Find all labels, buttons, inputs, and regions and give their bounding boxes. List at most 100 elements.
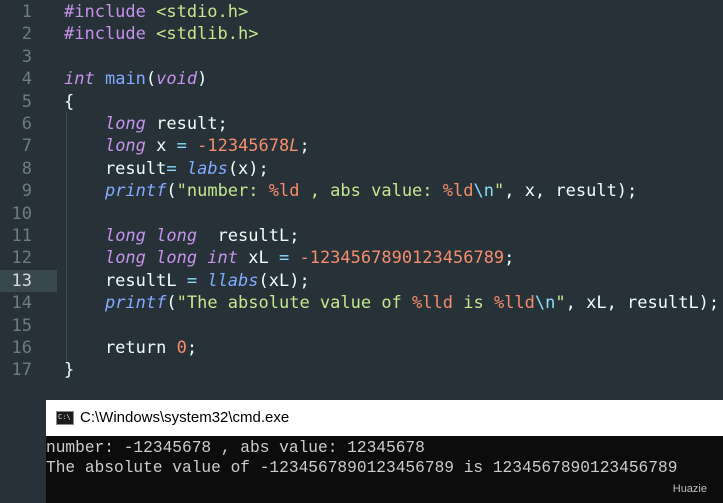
code-text: long long int xL = -1234567890123456789; bbox=[64, 247, 514, 269]
line-number: 17 bbox=[11, 360, 32, 381]
code-line[interactable]: 16 return 0; bbox=[0, 337, 723, 359]
line-number: 16 bbox=[11, 338, 32, 358]
code-line[interactable]: 10 bbox=[0, 203, 723, 225]
code-token: main bbox=[104, 69, 146, 90]
code-token: ( bbox=[145, 69, 157, 90]
code-text: return 0; bbox=[64, 337, 197, 359]
code-token: L bbox=[289, 136, 300, 157]
code-line[interactable]: 17} bbox=[0, 359, 723, 381]
code-line[interactable]: 12 long long int xL = -12345678901234567… bbox=[0, 247, 723, 269]
code-line[interactable]: 6 long result; bbox=[0, 113, 723, 135]
code-token: x bbox=[145, 136, 177, 157]
code-line[interactable]: 7 long x = -12345678L; bbox=[0, 135, 723, 157]
code-token: labs bbox=[186, 158, 228, 179]
console-output-line: number: -12345678 , abs value: 12345678 bbox=[46, 439, 425, 457]
line-number: 5 bbox=[21, 91, 32, 112]
code-token: result bbox=[64, 158, 167, 179]
code-token: 0 bbox=[176, 338, 187, 358]
console-output-line: The absolute value of -12345678901234567… bbox=[46, 459, 678, 477]
line-number: 8 bbox=[21, 158, 32, 179]
code-token: printf bbox=[104, 293, 167, 314]
code-token: resultL bbox=[64, 270, 187, 291]
line-number: 15 bbox=[11, 315, 32, 336]
code-token: \n bbox=[534, 293, 556, 314]
code-text: { bbox=[64, 91, 74, 113]
code-text: printf("number: %ld , abs value: %ld\n",… bbox=[64, 180, 637, 202]
code-token: llabs bbox=[207, 270, 259, 291]
code-token: #include bbox=[64, 24, 157, 45]
console-output: number: -12345678 , abs value: 12345678 … bbox=[46, 438, 723, 478]
code-line[interactable]: 3 bbox=[0, 46, 723, 68]
line-number: 1 bbox=[21, 2, 32, 22]
code-token: %lld bbox=[493, 293, 535, 314]
code-token: long bbox=[104, 114, 146, 134]
code-token: = bbox=[278, 248, 290, 269]
code-line[interactable]: 14 printf("The absolute value of %lld is… bbox=[0, 292, 723, 314]
line-number: 11 bbox=[11, 226, 32, 246]
code-token: -1234567890123456789 bbox=[299, 248, 505, 269]
code-token: ( bbox=[166, 181, 177, 202]
code-token: , x, result); bbox=[504, 181, 638, 202]
code-token: long long int bbox=[104, 248, 239, 269]
code-token: long long bbox=[104, 226, 198, 246]
code-line[interactable]: 1 #include <stdio.h> bbox=[0, 1, 723, 23]
line-number: 14 bbox=[11, 293, 32, 314]
code-line[interactable]: 13 resultL = llabs(xL); bbox=[0, 269, 723, 292]
code-line[interactable]: 5{ bbox=[0, 91, 723, 113]
code-line[interactable]: 2 #include <stdlib.h> bbox=[0, 23, 723, 45]
code-token: ; bbox=[299, 136, 310, 157]
code-text: result= labs(x); bbox=[64, 158, 269, 180]
code-text: long long resultL; bbox=[64, 225, 299, 247]
code-text: } bbox=[64, 359, 74, 381]
line-number: 4 bbox=[21, 69, 32, 90]
code-token: %lld bbox=[412, 293, 453, 314]
code-line[interactable]: 11 long long resultL; bbox=[0, 225, 723, 247]
code-text: #include <stdlib.h> bbox=[64, 23, 258, 45]
line-number: 2 bbox=[21, 24, 32, 45]
code-token: , abs value: bbox=[299, 181, 443, 202]
code-line[interactable]: 15 bbox=[0, 315, 723, 337]
code-token: (x); bbox=[227, 158, 269, 179]
code-text: int main(void) bbox=[64, 68, 207, 90]
code-token: resultL; bbox=[197, 226, 300, 246]
code-token: long bbox=[104, 136, 146, 157]
code-token: \n bbox=[473, 181, 494, 202]
code-token: , xL, resultL); bbox=[565, 293, 720, 314]
code-line[interactable]: 4 int main(void) bbox=[0, 68, 723, 90]
code-token: printf bbox=[104, 181, 167, 202]
code-token: int bbox=[64, 69, 95, 90]
code-token: %ld bbox=[442, 181, 474, 202]
code-token: xL bbox=[238, 248, 279, 269]
code-token: <stdio.h> bbox=[156, 2, 249, 22]
code-token: } bbox=[64, 360, 75, 381]
code-token: void bbox=[156, 69, 198, 90]
code-token: ) bbox=[197, 69, 208, 90]
code-text: printf("The absolute value of %lld is %l… bbox=[64, 292, 719, 314]
code-token: "The absolute value of bbox=[176, 293, 413, 314]
line-number: 13 bbox=[11, 270, 32, 291]
code-token: #include bbox=[64, 2, 157, 22]
code-token: = bbox=[166, 158, 177, 179]
code-token: "number: bbox=[176, 181, 269, 202]
code-token: %ld bbox=[268, 181, 300, 202]
code-line[interactable]: 9 printf("number: %ld , abs value: %ld\n… bbox=[0, 180, 723, 202]
code-token: result; bbox=[145, 114, 228, 134]
line-number: 10 bbox=[11, 203, 32, 224]
line-number: 9 bbox=[21, 181, 32, 202]
code-line[interactable]: 8 result= labs(x); bbox=[0, 158, 723, 180]
code-token: { bbox=[64, 91, 75, 112]
console-titlebar[interactable]: C:\ C:\Windows\system32\cmd.exe bbox=[46, 400, 723, 436]
code-text: long x = -12345678L; bbox=[64, 135, 310, 157]
watermark: Huazie bbox=[672, 483, 707, 495]
console-window[interactable]: C:\ C:\Windows\system32\cmd.exe number: … bbox=[46, 400, 723, 503]
code-token: is bbox=[452, 293, 494, 314]
